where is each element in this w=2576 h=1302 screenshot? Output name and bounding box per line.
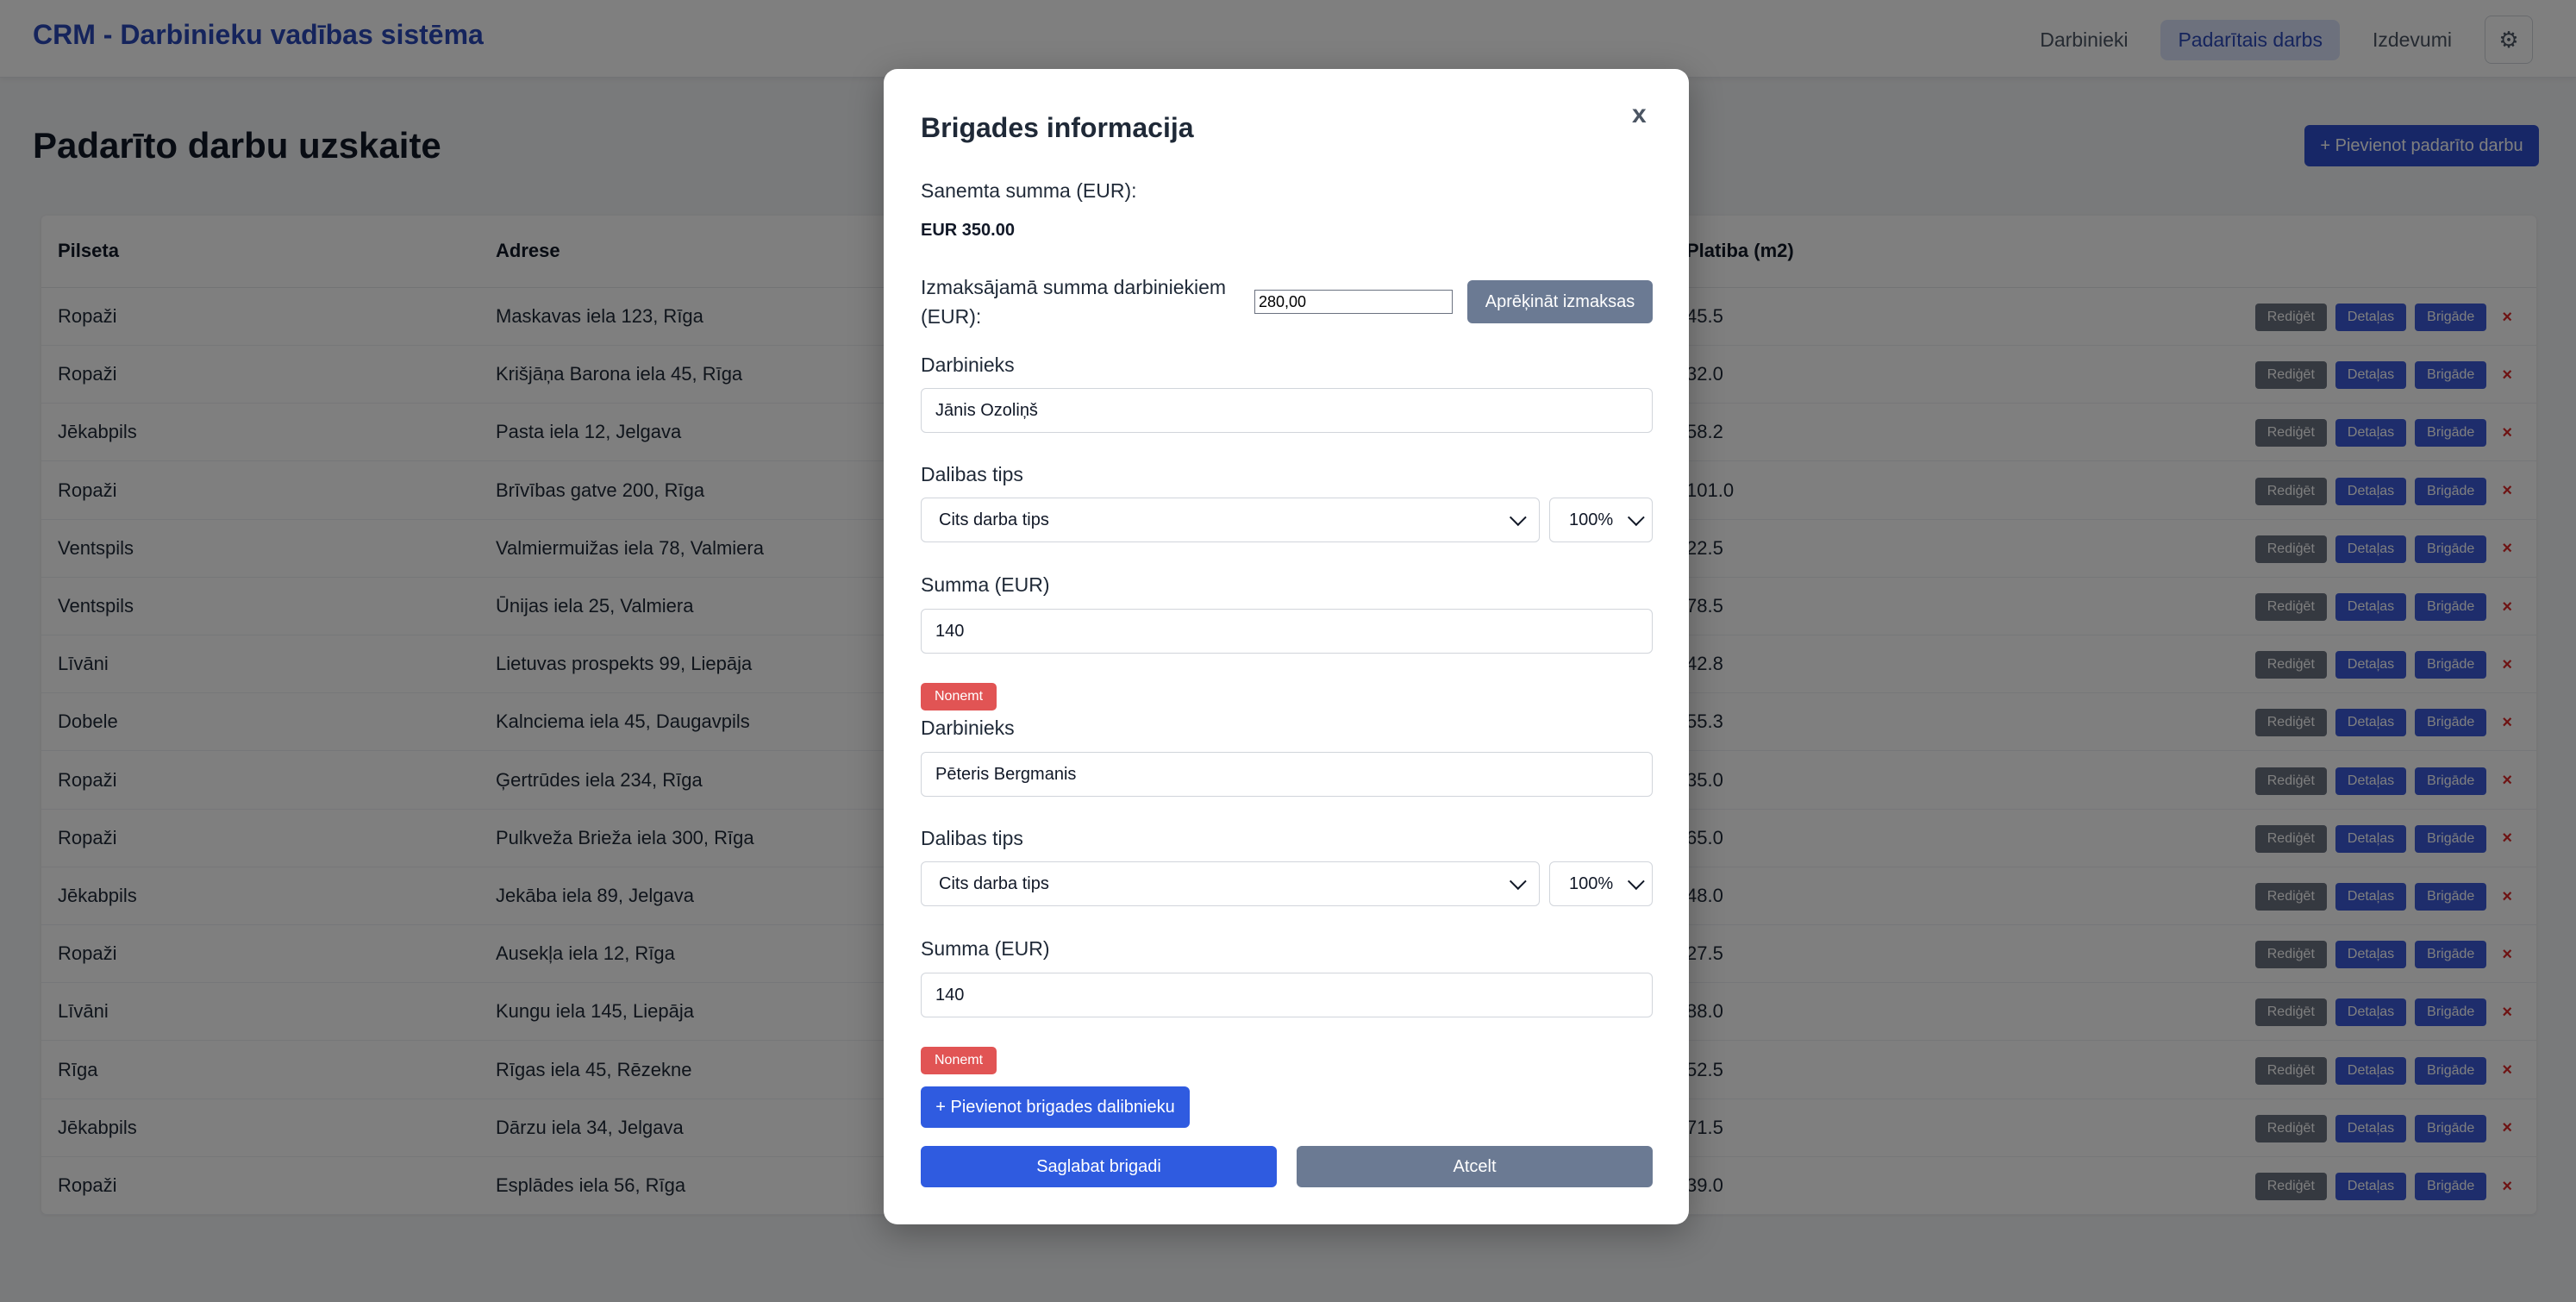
calculate-payout-button[interactable]: Aprēķināt izmaksas (1467, 280, 1653, 323)
sum-label: Summa (EUR) (921, 937, 1050, 960)
chevron-down-icon (1627, 873, 1645, 891)
activity-type-select[interactable]: Cits darba tips (921, 861, 1540, 906)
chevron-down-icon (1627, 509, 1645, 527)
cancel-button[interactable]: Atcelt (1297, 1146, 1653, 1187)
worker-field[interactable]: Pēteris Bergmanis (921, 752, 1653, 797)
close-icon: x (1632, 100, 1647, 128)
activity-type-value: Cits darba tips (939, 510, 1049, 529)
sum-input[interactable]: 140 (921, 973, 1653, 1017)
modal-title: Brigades informacija (921, 112, 1194, 143)
percent-value: 100% (1569, 510, 1614, 529)
chevron-down-icon (1509, 873, 1527, 891)
sum-input[interactable]: 140 (921, 609, 1653, 654)
payout-sum-label: Izmaksājamā summa darbiniekiem (EUR): (921, 276, 1227, 328)
percent-value: 100% (1569, 873, 1614, 893)
remove-member-button[interactable]: Nonemt (921, 1047, 997, 1074)
worker-label: Darbinieks (921, 354, 1015, 376)
add-brigade-member-button[interactable]: + Pievienot brigades dalibnieku (921, 1086, 1190, 1128)
worker-label: Darbinieks (921, 717, 1015, 739)
worker-field[interactable]: Jānis Ozoliņš (921, 388, 1653, 433)
activity-type-select[interactable]: Cits darba tips (921, 498, 1540, 542)
percent-select[interactable]: 100% (1549, 861, 1653, 906)
brigade-modal: Brigades informacija x Sanemta summa (EU… (884, 69, 1689, 1224)
activity-type-label: Dalibas tips (921, 827, 1023, 849)
activity-type-value: Cits darba tips (939, 873, 1049, 893)
save-brigade-button[interactable]: Saglabat brigadi (921, 1146, 1277, 1187)
received-sum-label: Sanemta summa (EUR): (921, 179, 1137, 202)
close-button[interactable]: x (1632, 100, 1647, 129)
chevron-down-icon (1509, 509, 1527, 527)
remove-member-button[interactable]: Nonemt (921, 683, 997, 710)
sum-label: Summa (EUR) (921, 573, 1050, 596)
received-sum-value: EUR 350.00 (921, 221, 1015, 240)
percent-select[interactable]: 100% (1549, 498, 1653, 542)
activity-type-label: Dalibas tips (921, 463, 1023, 485)
payout-sum-input[interactable] (1254, 290, 1453, 314)
